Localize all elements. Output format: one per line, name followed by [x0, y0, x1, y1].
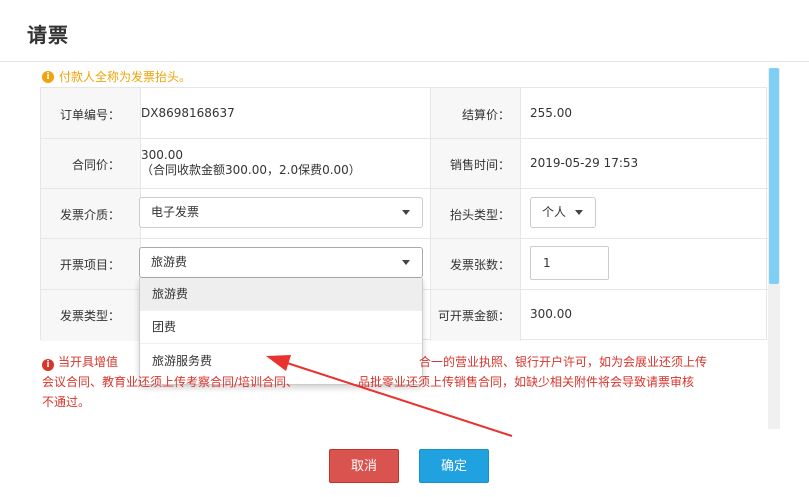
invoice-item-select-value: 旅游费 [151, 255, 188, 269]
confirm-button[interactable]: 确定 [419, 449, 489, 483]
warning-line-1-right: 合一的营业执照、银行开户许可，如为会展业还须上传 [419, 355, 708, 369]
dialog-body: i 付款人全称为发票抬头。 订单编号： DX8698168637 结算价： 25… [0, 62, 809, 430]
warning-line-2-left: 会议合同、教育业还须上传考察合同/培训合同、 [42, 375, 299, 389]
settle-price-value: 255.00 [530, 106, 572, 120]
invoice-count-label: 发票张数： [449, 258, 510, 272]
divider [41, 238, 768, 239]
header-type-select[interactable]: 个人 [530, 197, 596, 228]
contract-price-value: 300.00 [141, 148, 183, 162]
divider [430, 88, 431, 341]
dropdown-option-travel-fee[interactable]: 旅游费 [140, 278, 422, 311]
contract-price-label: 合同价： [71, 158, 120, 172]
medium-label: 发票介质： [59, 208, 120, 222]
caret-down-icon [575, 210, 583, 215]
available-amount-value: 300.00 [530, 307, 572, 321]
invoice-item-label: 开票项目： [59, 258, 120, 272]
medium-select-value: 电子发票 [151, 205, 200, 219]
dropdown-option-group-fee[interactable]: 团费 [140, 311, 422, 344]
order-no-label: 订单编号： [59, 108, 120, 122]
order-no-value: DX8698168637 [141, 106, 235, 120]
notice-text: 付款人全称为发票抬头。 [59, 70, 192, 84]
sale-time-label: 销售时间： [449, 158, 510, 172]
warning-line-3-text: 不通过。 [42, 395, 91, 409]
caret-down-icon [402, 260, 410, 265]
invoice-item-select[interactable]: 旅游费 [139, 247, 423, 278]
scrollbar-thumb[interactable] [769, 68, 779, 284]
warning-text: i 当开具增值 合一的营业执照、银行开户许可，如为会展业还须上传 会议合同、教育业… [42, 352, 764, 412]
header-type-label: 抬头类型： [449, 208, 510, 222]
dialog-title: 请票 [27, 23, 69, 47]
caret-down-icon [402, 210, 410, 215]
sale-time-value: 2019-05-29 17:53 [530, 156, 639, 170]
divider [520, 88, 521, 341]
invoice-type-label: 发票类型： [59, 309, 120, 323]
warning-line-2: 会议合同、教育业还须上传考察合同/培训合同、 品批零业还须上传销售合同，如缺少相… [42, 372, 764, 392]
cancel-button[interactable]: 取消 [329, 449, 399, 483]
settle-price-label: 结算价： [461, 108, 510, 122]
info-circle-icon: i [42, 359, 54, 371]
available-amount-label: 可开票金额： [437, 309, 510, 323]
divider [41, 188, 768, 189]
invoice-count-input[interactable]: 1 [530, 246, 609, 280]
info-circle-icon: i [42, 70, 54, 83]
warning-line-1: i 当开具增值 合一的营业执照、银行开户许可，如为会展业还须上传 [42, 352, 764, 372]
dialog-footer: 取消 确定 [0, 429, 809, 497]
warning-line-2-right: 品批零业还须上传销售合同，如缺少相关附件将会导致请票审核 [358, 375, 695, 389]
warning-line-1-left: 当开具增值 [58, 355, 119, 369]
dialog-header: 请票 [0, 0, 809, 62]
notice-text-row: i 付款人全称为发票抬头。 [42, 68, 191, 85]
warning-line-3: 不通过。 [42, 392, 764, 412]
contract-price-detail: （合同收款金额300.00，2.0保费0.00） [141, 163, 361, 177]
medium-select[interactable]: 电子发票 [139, 197, 423, 228]
header-type-select-value: 个人 [542, 205, 567, 219]
divider [41, 138, 768, 139]
